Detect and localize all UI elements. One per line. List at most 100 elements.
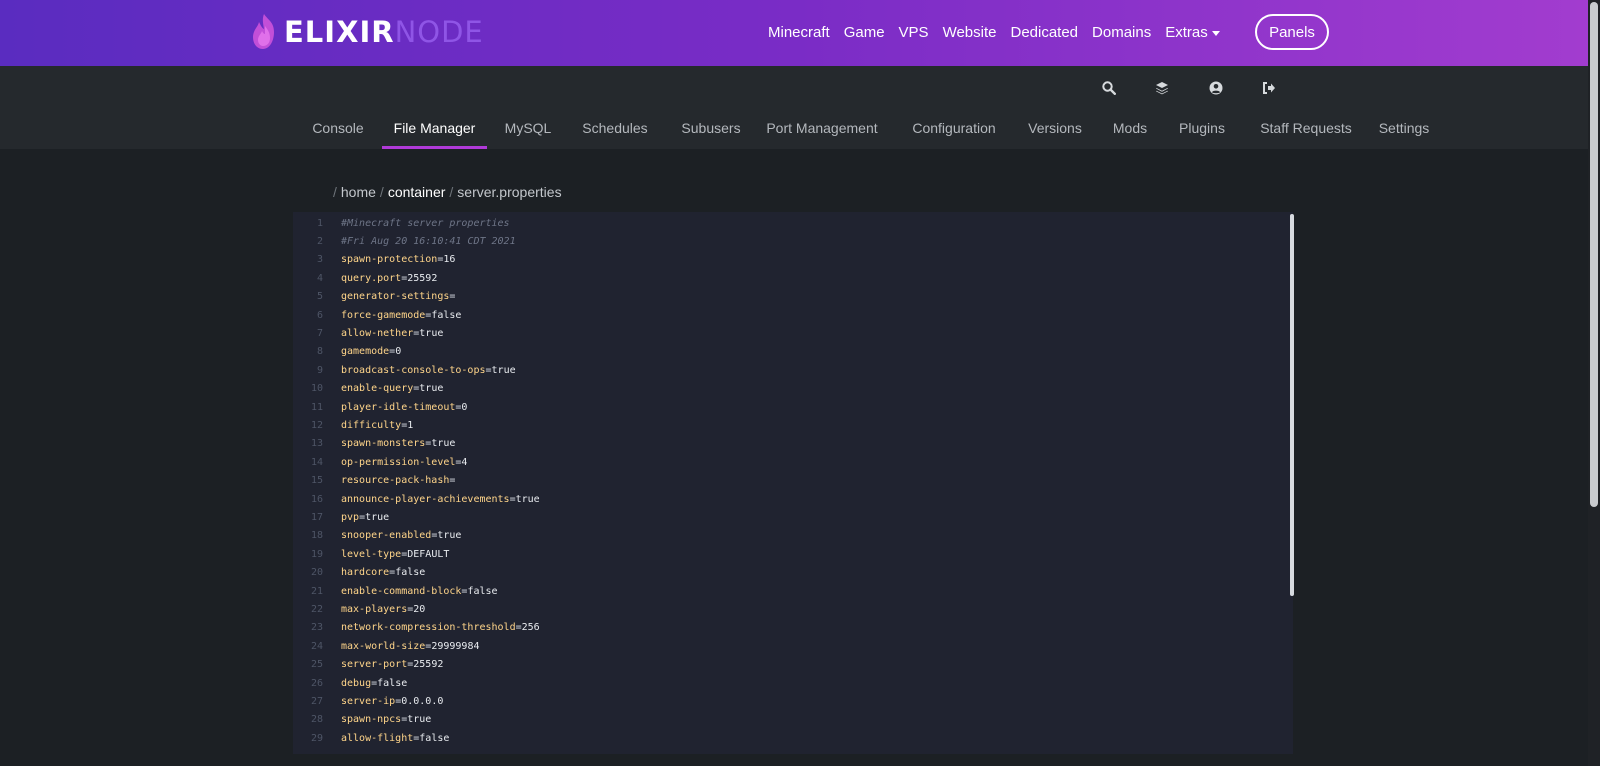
line-number: 1 — [316, 217, 323, 229]
property-key: server-ip — [341, 696, 396, 708]
code-text: force-gamemode=false — [341, 310, 461, 321]
brand-logo[interactable]: ELIXIR NODE — [250, 12, 484, 52]
code-line[interactable]: 10 enable-query=true — [293, 380, 1253, 398]
code-line[interactable]: 21 enable-command-block=false — [293, 582, 1253, 600]
nav-vps[interactable]: VPS — [899, 24, 929, 41]
tab-file-manager[interactable]: File Manager — [382, 106, 487, 149]
line-number: 27 — [310, 696, 323, 708]
account-icon[interactable] — [1206, 78, 1226, 98]
line-number: 2 — [316, 236, 323, 248]
code-line[interactable]: 16 announce-player-achievements=true — [293, 490, 1253, 508]
code-text: enable-query=true — [341, 383, 443, 394]
code-line[interactable]: 13 spawn-monsters=true — [293, 435, 1253, 453]
nav-extras-dropdown[interactable]: Extras — [1165, 24, 1220, 41]
page-scrollbar-thumb[interactable] — [1590, 2, 1598, 507]
equals-sign: = — [449, 291, 456, 303]
code-line[interactable]: 18 snooper-enabled=true — [293, 527, 1253, 545]
logout-icon[interactable] — [1259, 78, 1279, 98]
property-key: broadcast-console-to-ops — [341, 364, 486, 376]
tab-subusers[interactable]: Subusers — [673, 106, 749, 149]
code-line[interactable]: 25 server-port=25592 — [293, 656, 1253, 674]
breadcrumb-separator: / — [333, 184, 337, 200]
code-line[interactable]: 28 spawn-npcs=true — [293, 711, 1253, 729]
nav-dedicated[interactable]: Dedicated — [1010, 24, 1078, 41]
code-line[interactable]: 9 broadcast-console-to-ops=true — [293, 361, 1253, 379]
property-key: max-world-size — [341, 640, 426, 652]
tab-versions[interactable]: Versions — [1023, 106, 1087, 149]
breadcrumb-container[interactable]: container — [388, 184, 446, 200]
property-key: resource-pack-hash — [341, 475, 450, 487]
property-key: gamemode — [341, 346, 390, 358]
code-line[interactable]: 3 spawn-protection=16 — [293, 251, 1253, 269]
line-number: 17 — [310, 512, 323, 524]
nav-minecraft[interactable]: Minecraft — [768, 24, 830, 41]
property-value: 0 — [395, 346, 402, 358]
code-line[interactable]: 2 #Fri Aug 20 16:10:41 CDT 2021 — [293, 232, 1253, 250]
breadcrumb-separator: / — [379, 184, 384, 200]
code-line[interactable]: 17 pvp=true — [293, 508, 1253, 526]
line-number: 6 — [316, 309, 323, 321]
line-number: 28 — [310, 714, 323, 726]
code-line[interactable]: 23 network-compression-threshold=256 — [293, 619, 1253, 637]
tab-mods[interactable]: Mods — [1105, 106, 1155, 149]
code-line[interactable]: 7 allow-nether=true — [293, 324, 1253, 342]
tab-console[interactable]: Console — [306, 106, 370, 149]
tab-plugins[interactable]: Plugins — [1173, 106, 1231, 149]
line-number: 12 — [310, 420, 323, 432]
code-line[interactable]: 27 server-ip=0.0.0.0 — [293, 692, 1253, 710]
code-line[interactable]: 20 hardcore=false — [293, 564, 1253, 582]
property-key: snooper-enabled — [341, 530, 432, 542]
editor-scrollbar[interactable] — [1290, 214, 1294, 596]
code-line[interactable]: 4 query.port=25592 — [293, 269, 1253, 287]
property-value: 25592 — [413, 659, 444, 671]
property-value: true — [515, 493, 540, 505]
code-line[interactable]: 26 debug=false — [293, 674, 1253, 692]
property-key: level-type — [341, 548, 402, 560]
nav-game[interactable]: Game — [844, 24, 885, 41]
code-line[interactable]: 22 max-players=20 — [293, 600, 1253, 618]
property-key: enable-query — [341, 383, 414, 395]
code-line[interactable]: 11 player-idle-timeout=0 — [293, 398, 1253, 416]
code-line[interactable]: 14 op-permission-level=4 — [293, 453, 1253, 471]
nav-website[interactable]: Website — [943, 24, 997, 41]
tab-mysql[interactable]: MySQL — [500, 106, 556, 149]
property-key: spawn-monsters — [341, 438, 426, 450]
code-line[interactable]: 19 level-type=DEFAULT — [293, 545, 1253, 563]
tab-settings[interactable]: Settings — [1372, 106, 1436, 149]
code-text: hardcore=false — [341, 567, 425, 578]
line-number: 3 — [316, 254, 323, 266]
top-navbar: ELIXIR NODE Minecraft Game VPS Website D… — [0, 0, 1588, 66]
tab-port-management[interactable]: Port Management — [762, 106, 882, 149]
layers-icon[interactable] — [1152, 78, 1172, 98]
panels-button[interactable]: Panels — [1255, 14, 1329, 50]
equals-sign: = — [449, 475, 456, 487]
property-key: difficulty — [341, 420, 402, 432]
code-line[interactable]: 29 allow-flight=false — [293, 729, 1253, 747]
nav-domains[interactable]: Domains — [1092, 24, 1151, 41]
code-line[interactable]: 6 force-gamemode=false — [293, 306, 1253, 324]
code-text: allow-flight=false — [341, 733, 449, 744]
tab-schedules[interactable]: Schedules — [575, 106, 655, 149]
code-text: level-type=DEFAULT — [341, 549, 449, 560]
brand-name-bold: ELIXIR — [284, 15, 395, 49]
tab-staff-requests[interactable]: Staff Requests — [1256, 106, 1356, 149]
tab-configuration[interactable]: Configuration — [906, 106, 1002, 149]
code-editor[interactable]: 1 #Minecraft server properties 2 #Fri Aug 2… — [293, 212, 1293, 754]
code-line[interactable]: 15 resource-pack-hash= — [293, 472, 1253, 490]
breadcrumb-home[interactable]: home — [341, 184, 376, 200]
code-line[interactable]: 24 max-world-size=29999984 — [293, 637, 1253, 655]
code-text: #Fri Aug 20 16:10:41 CDT 2021 — [341, 236, 516, 247]
code-text: server-ip=0.0.0.0 — [341, 696, 443, 707]
line-number: 20 — [310, 567, 323, 579]
code-line[interactable]: 5 generator-settings= — [293, 288, 1253, 306]
code-line[interactable]: 1 #Minecraft server properties — [293, 214, 1253, 232]
code-text: snooper-enabled=true — [341, 530, 461, 541]
page-scrollbar[interactable] — [1588, 0, 1600, 766]
property-value: true — [431, 438, 456, 450]
property-value: true — [491, 364, 516, 376]
code-line[interactable]: 12 difficulty=1 — [293, 416, 1253, 434]
search-icon[interactable] — [1099, 78, 1119, 98]
flame-logo-icon — [253, 14, 274, 49]
line-number: 13 — [310, 438, 323, 450]
code-line[interactable]: 8 gamemode=0 — [293, 343, 1253, 361]
